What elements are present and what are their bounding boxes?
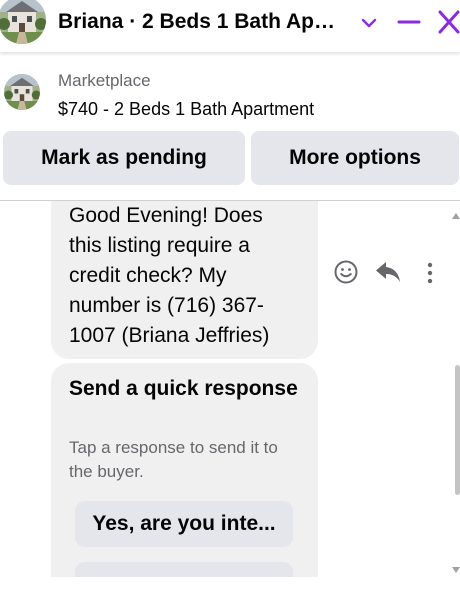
quick-response-card: Send a quick response Tap a response to … — [51, 363, 318, 577]
listing-title[interactable]: $740 - 2 Beds 1 Bath Apartment — [58, 99, 314, 120]
house-photo-icon — [0, 0, 46, 44]
scrollbar-thumb[interactable] — [455, 365, 460, 495]
quick-response-option[interactable] — [75, 562, 293, 577]
scroll-up-arrow[interactable] — [452, 208, 460, 219]
scroll-down-arrow[interactable] — [452, 562, 460, 573]
more-vertical-icon[interactable] — [423, 261, 437, 285]
message-bubble: Good Evening! Does this listing require … — [51, 201, 318, 359]
listing-thumbnail[interactable] — [4, 74, 40, 110]
quick-response-option[interactable]: Yes, are you inte... — [75, 501, 293, 547]
reply-icon[interactable] — [375, 260, 401, 284]
conversation-title[interactable]: Briana · 2 Beds 1 Bath Apa... — [58, 9, 338, 35]
quick-response-subtitle: Tap a response to send it to the buyer. — [69, 438, 278, 481]
minimize-icon[interactable] — [394, 8, 424, 38]
chat-header: Briana · 2 Beds 1 Bath Apa... — [0, 0, 460, 52]
chevron-down-icon[interactable] — [354, 8, 384, 38]
more-options-button[interactable]: More options — [251, 131, 459, 185]
emoji-icon[interactable] — [333, 259, 359, 285]
bottom-bar — [0, 577, 460, 594]
quick-response-title: Send a quick response — [69, 377, 298, 400]
contact-avatar[interactable] — [0, 0, 46, 44]
close-icon[interactable] — [434, 8, 460, 38]
message-list[interactable]: Good Evening! Does this listing require … — [0, 201, 460, 577]
house-photo-icon — [4, 74, 40, 110]
mark-as-pending-button[interactable]: Mark as pending — [3, 131, 245, 185]
listing-category: Marketplace — [58, 71, 151, 90]
